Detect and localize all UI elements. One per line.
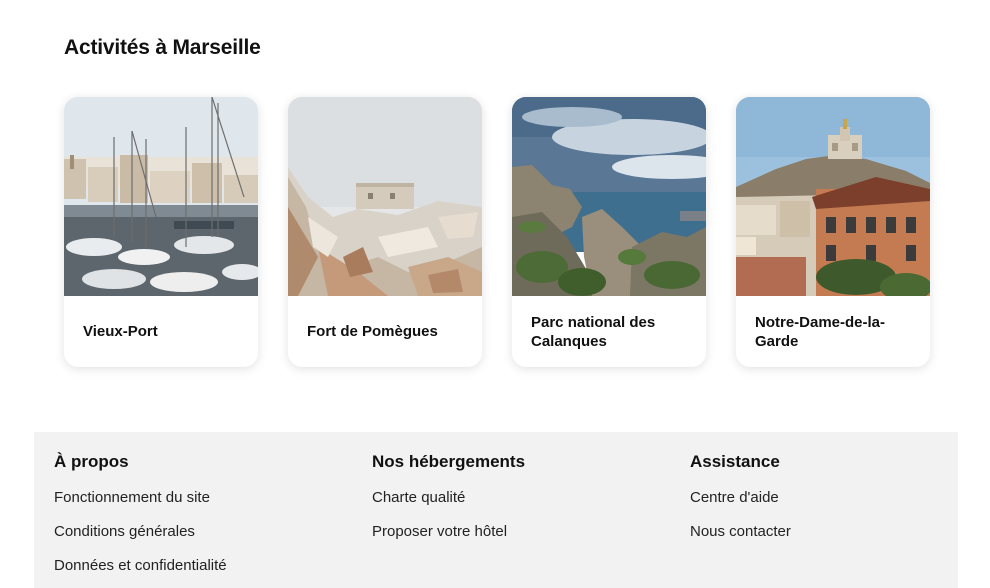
footer-link-terms[interactable]: Conditions générales [54, 520, 227, 554]
footer-link-contact[interactable]: Nous contacter [690, 520, 791, 554]
footer-link-help-center[interactable]: Centre d'aide [690, 486, 791, 520]
calanques-image [512, 97, 706, 296]
footer-heading: Nos hébergements [372, 452, 526, 471]
activity-card-fort-de-pomegues[interactable]: Fort de Pomègues [288, 97, 482, 367]
site-footer: À propos Fonctionnement du site Conditio… [34, 432, 958, 588]
footer-column-about: À propos Fonctionnement du site Conditio… [54, 452, 227, 588]
footer-column-support: Assistance Centre d'aide Nous contacter [690, 452, 791, 554]
activity-card-vieux-port[interactable]: Vieux-Port [64, 97, 258, 367]
footer-heading: À propos [54, 452, 129, 471]
footer-link-privacy[interactable]: Données et confidentialité [54, 554, 227, 588]
activity-cards: Vieux-Port Fort de Pomègues Parc nationa… [64, 97, 930, 367]
fort-de-pomegues-image [288, 97, 482, 296]
card-title: Notre-Dame-de-la-Garde [755, 313, 886, 350]
section-title: Activités à Marseille [64, 36, 261, 59]
footer-column-accommodations: Nos hébergements Charte qualité Proposer… [372, 452, 525, 554]
notre-dame-de-la-garde-image [736, 97, 930, 296]
card-title: Parc national des Calanques [531, 313, 656, 350]
card-title: Fort de Pomègues [307, 323, 438, 340]
activity-card-notre-dame-de-la-garde[interactable]: Notre-Dame-de-la-Garde [736, 97, 930, 367]
footer-link-propose-hotel[interactable]: Proposer votre hôtel [372, 520, 525, 554]
vieux-port-image [64, 97, 258, 296]
footer-link-how-it-works[interactable]: Fonctionnement du site [54, 486, 227, 520]
footer-link-quality-charter[interactable]: Charte qualité [372, 486, 525, 520]
activity-card-calanques[interactable]: Parc national des Calanques [512, 97, 706, 367]
footer-heading: Assistance [690, 452, 780, 471]
card-title: Vieux-Port [83, 323, 158, 340]
